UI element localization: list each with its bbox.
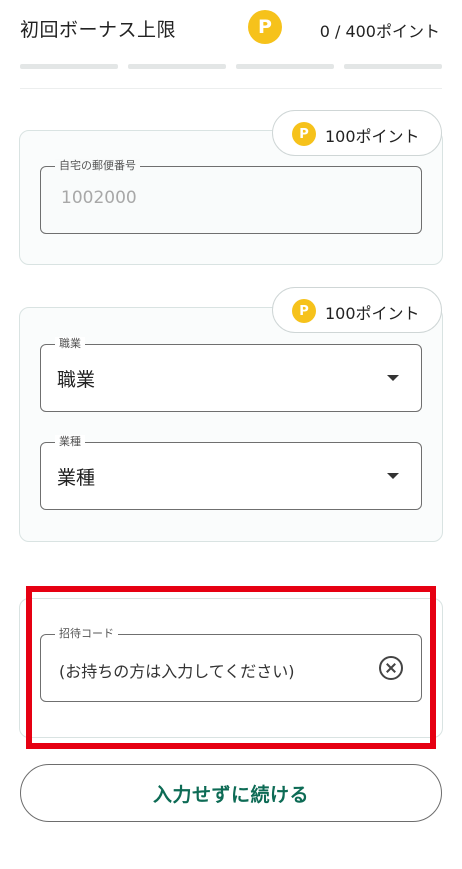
progress-segment [20,64,118,69]
point-coin-icon: P [292,299,316,323]
points-badge: P 100ポイント [272,110,442,156]
clear-icon[interactable] [379,656,403,680]
header: 初回ボーナス上限 P 0 / 400ポイント [0,0,462,58]
points-badge-label: 100ポイント [325,127,420,146]
occupation-label: 職業 [55,337,85,351]
occupation-select[interactable]: 職業 職業 [40,337,422,412]
points-badge-label: 100ポイント [325,304,420,323]
point-coin-icon: P [248,10,282,44]
divider [20,88,442,89]
progress-segment [344,64,442,69]
continue-without-input-button[interactable]: 入力せずに続ける [20,764,442,822]
dropdown-arrow-icon [387,473,399,479]
progress-segment [128,64,226,69]
point-coin-icon: P [292,122,316,146]
invite-code-placeholder: (お持ちの方は入力してください) [59,662,295,681]
postal-code-label: 自宅の郵便番号 [55,159,140,173]
progress-segment [236,64,334,69]
occupation-value: 職業 [57,369,96,391]
points-badge: P 100ポイント [272,287,442,333]
dropdown-arrow-icon [387,375,399,381]
points-counter: 0 / 400ポイント [319,22,440,41]
industry-label: 業種 [55,435,85,449]
postal-code-field[interactable]: 自宅の郵便番号 1002000 [40,159,422,234]
postal-code-placeholder: 1002000 [61,188,137,208]
industry-value: 業種 [57,467,96,489]
invite-code-label: 招待コード [55,627,118,641]
progress-bar [20,64,442,69]
bonus-limit-title: 初回ボーナス上限 [20,19,177,41]
industry-select[interactable]: 業種 業種 [40,435,422,510]
invite-code-field[interactable]: 招待コード (お持ちの方は入力してください) [40,627,422,702]
